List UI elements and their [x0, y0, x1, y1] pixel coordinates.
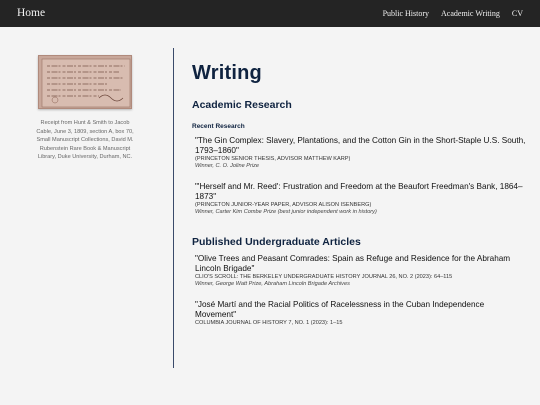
research-entry: "The Gin Complex: Slavery, Plantations, …: [192, 136, 527, 170]
entry-meta: COLUMBIA JOURNAL OF HISTORY 7, NO. 1 (20…: [195, 320, 343, 326]
entry-title[interactable]: "Olive Trees and Peasant Comrades: Spain…: [195, 254, 527, 273]
entry-meta: (PRINCETON SENIOR THESIS, ADVISOR MATTHE…: [195, 156, 351, 162]
nav-link-public-history[interactable]: Public History: [383, 9, 429, 18]
sidebar: Receipt from Hunt & Smith to Jacob Cable…: [36, 55, 134, 162]
entry-meta: CLIO'S SCROLL: THE BERKELEY UNDERGRADUAT…: [195, 274, 453, 280]
nav-link-academic-writing[interactable]: Academic Writing: [441, 9, 500, 18]
research-entry: "'Herself and Mr. Reed': Frustration and…: [192, 182, 527, 216]
page-title: Writing: [192, 62, 262, 84]
entry-meta: (PRINCETON JUNIOR-YEAR PAPER, ADVISOR AL…: [195, 202, 372, 208]
article-entry: "José Martí and the Racial Politics of R…: [192, 300, 527, 327]
entry-title[interactable]: "José Martí and the Racial Politics of R…: [195, 300, 527, 319]
recent-research-subheading: Recent Research: [192, 123, 245, 130]
entry-award: Winner, Carter Kim Combe Prize (best jun…: [195, 209, 377, 215]
published-articles-heading: Published Undergraduate Articles: [192, 236, 361, 248]
entry-award: Winner, George Watt Prize, Abraham Linco…: [195, 281, 350, 287]
home-link[interactable]: Home: [17, 7, 45, 19]
receipt-image: [38, 55, 132, 109]
article-entry: "Olive Trees and Peasant Comrades: Spain…: [192, 254, 527, 288]
image-caption: Receipt from Hunt & Smith to Jacob Cable…: [36, 120, 134, 161]
top-nav-bar: Home Public History Academic Writing CV: [0, 0, 540, 27]
nav-link-cv[interactable]: CV: [512, 9, 523, 18]
academic-research-heading: Academic Research: [192, 99, 292, 111]
nav-links: Public History Academic Writing CV: [383, 9, 523, 18]
entry-award: Winner, C. O. Joline Prize: [195, 163, 259, 169]
entry-title[interactable]: "The Gin Complex: Slavery, Plantations, …: [195, 136, 527, 155]
main-content: Writing Academic Research Recent Researc…: [192, 62, 527, 327]
vertical-divider: [173, 48, 174, 368]
entry-title[interactable]: "'Herself and Mr. Reed': Frustration and…: [195, 182, 527, 201]
